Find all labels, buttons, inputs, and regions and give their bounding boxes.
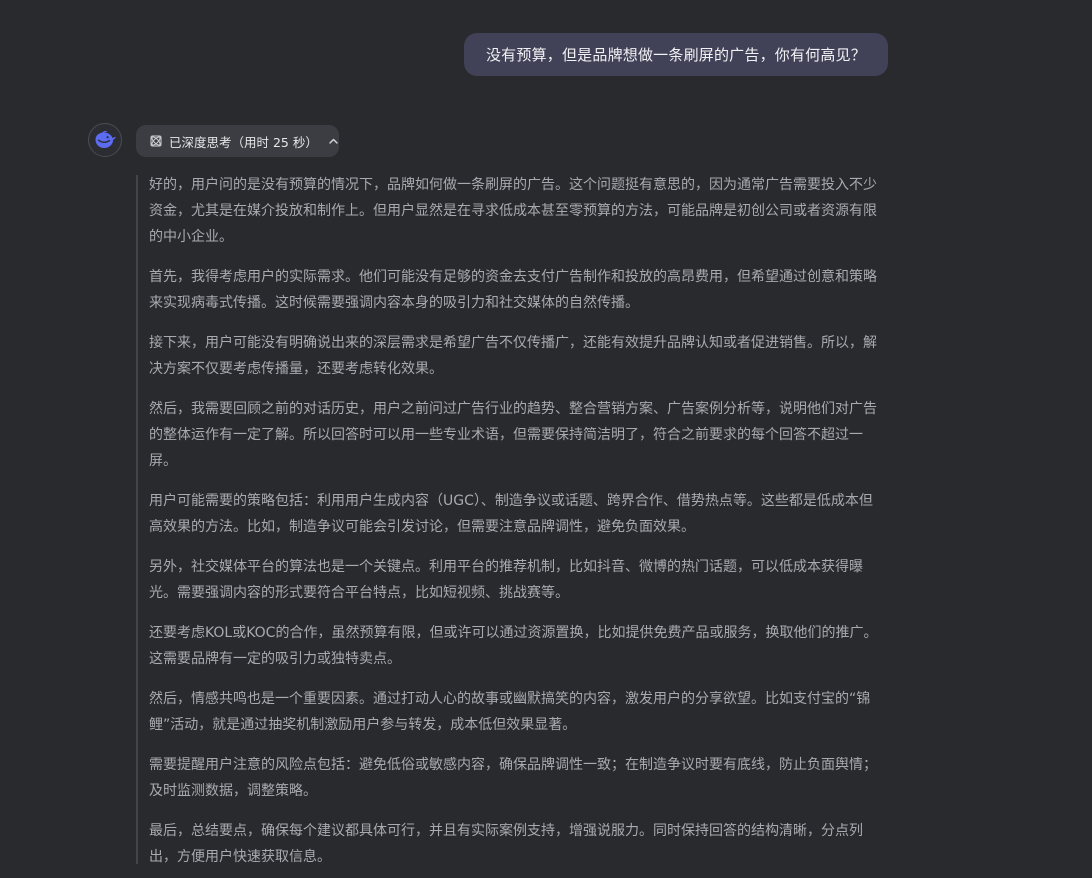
thinking-paragraph: 需要提醒用户注意的风险点包括：避免低俗或敏感内容，确保品牌调性一致；在制造争议时… [149,757,877,799]
thinking-toggle-button[interactable]: 已深度思考（用时 25 秒） [136,125,339,157]
thinking-rail [136,175,138,864]
thinking-paragraph: 首先，我得考虑用户的实际需求。他们可能没有足够的资金去支付广告制作和投放的高昂费… [149,269,877,311]
chevron-up-icon [328,136,339,147]
thinking-paragraph: 然后，情感共鸣也是一个重要因素。通过打动人心的故事或幽默搞笑的内容，激发用户的分… [149,691,871,733]
thinking-paragraph: 最后，总结要点，确保每个建议都具体可行，并且有实际案例支持，增强说服力。同时保持… [149,823,863,865]
thinking-paragraph: 然后，我需要回顾之前的对话历史，用户之前问过广告行业的趋势、整合营销方案、广告案… [149,401,877,469]
thinking-paragraph: 接下来，用户可能没有明确说出来的深层需求是希望广告不仅传播广，还能有效提升品牌认… [149,335,877,377]
assistant-avatar [88,123,122,157]
thinking-paragraph: 好的，用户问的是没有预算的情况下，品牌如何做一条刷屏的广告。这个问题挺有意思的，… [149,177,877,245]
deepseek-whale-icon [93,130,117,150]
thinking-paragraph: 另外，社交媒体平台的算法也是一个关键点。利用平台的推荐机制，比如抖音、微博的热门… [149,559,863,601]
chat-page: 没有预算，但是品牌想做一条刷屏的广告，你有何高见？ 已深度思考（用时 25 秒） [0,0,1092,878]
thinking-content: 好的，用户问的是没有预算的情况下，品牌如何做一条刷屏的广告。这个问题挺有意思的，… [149,172,883,878]
thinking-paragraph: 用户可能需要的策略包括：利用用户生成内容（UGC）、制造争议或话题、跨界合作、借… [149,493,873,535]
thinking-toggle-label: 已深度思考（用时 25 秒） [169,134,318,150]
user-message-text: 没有预算，但是品牌想做一条刷屏的广告，你有何高见？ [485,46,866,64]
user-message-bubble: 没有预算，但是品牌想做一条刷屏的广告，你有何高见？ [463,33,888,76]
thinking-paragraph: 还要考虑KOL或KOC的合作，虽然预算有限，但或许可以通过资源置换，比如提供免费… [149,625,878,667]
deep-think-icon [150,135,162,147]
